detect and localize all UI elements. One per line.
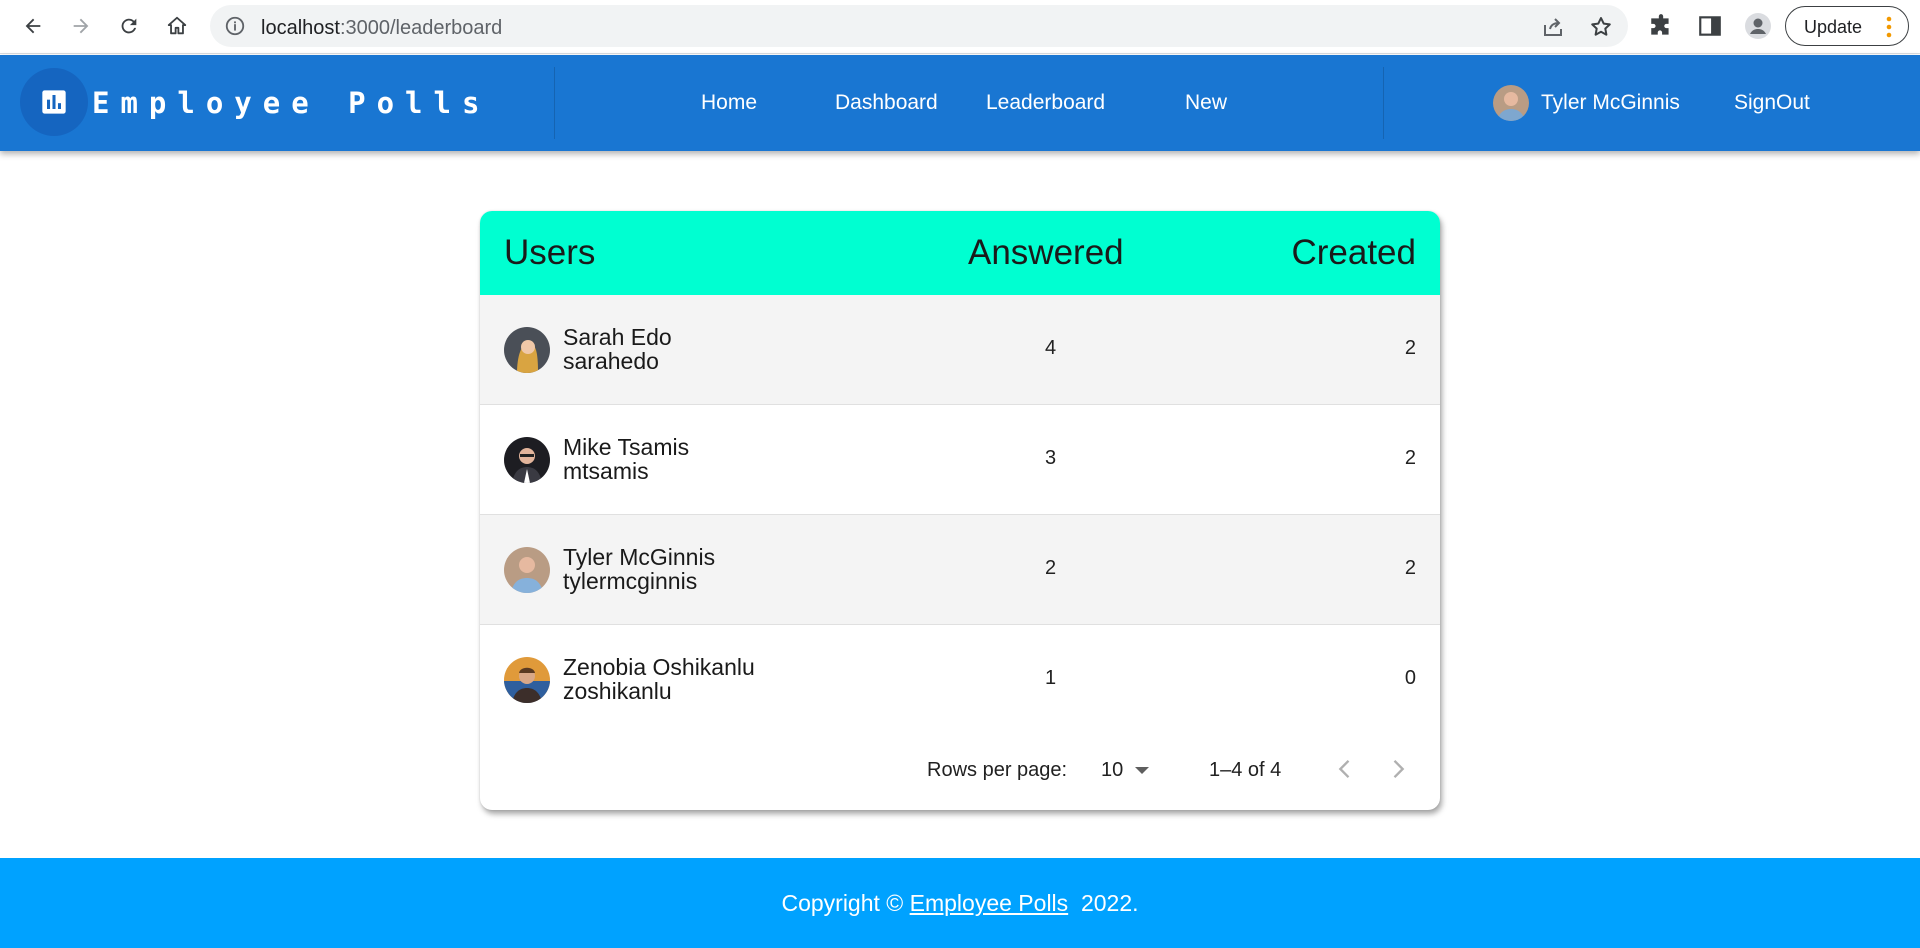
- divider: [1383, 67, 1384, 139]
- app-bar: Employee Polls Home Dashboard Leaderboar…: [0, 55, 1920, 151]
- rows-per-page-select[interactable]: 10: [1101, 759, 1123, 782]
- nav-new[interactable]: New: [1185, 91, 1227, 115]
- update-button[interactable]: Update: [1785, 6, 1909, 46]
- created-count: 2: [1404, 447, 1416, 469]
- user-id: sarahedo: [563, 348, 659, 374]
- nav-leaderboard[interactable]: Leaderboard: [986, 91, 1105, 115]
- nav-dashboard[interactable]: Dashboard: [835, 91, 938, 115]
- avatar: [504, 657, 550, 703]
- chevron-left-icon[interactable]: [1331, 755, 1359, 783]
- reload-icon: [121, 18, 137, 34]
- table-header: Users Answered Created: [480, 211, 1440, 295]
- created-count: 0: [1404, 667, 1416, 689]
- url-text: localhost:3000/leaderboard: [261, 17, 503, 39]
- extensions-icon[interactable]: [1648, 13, 1674, 39]
- brand-title[interactable]: Employee Polls: [92, 86, 490, 120]
- pagination-range: 1–4 of 4: [1209, 759, 1282, 781]
- user-id: mtsamis: [563, 458, 649, 484]
- column-header-answered[interactable]: Answered: [968, 233, 1124, 273]
- forward-button[interactable]: [64, 9, 98, 43]
- caret-down-icon[interactable]: [1135, 767, 1149, 774]
- table-row[interactable]: Zenobia Oshikanlu zoshikanlu 1 0: [480, 625, 1440, 735]
- arrow-right-icon: [73, 18, 89, 34]
- signout-link[interactable]: SignOut: [1734, 91, 1810, 115]
- footer-link[interactable]: Employee Polls: [910, 890, 1069, 916]
- menu-dots-icon[interactable]: [1886, 15, 1892, 39]
- user-name: Tyler McGinnis: [563, 544, 716, 570]
- nav-home[interactable]: Home: [701, 91, 757, 115]
- answered-count: 4: [1045, 337, 1057, 359]
- table-pagination: Rows per page: 10 1–4 of 4: [480, 731, 1440, 801]
- avatar[interactable]: [1493, 85, 1529, 121]
- chevron-right-icon[interactable]: [1384, 755, 1412, 783]
- created-count: 2: [1404, 557, 1416, 579]
- leaderboard-table: Users Answered Created Sarah Edo sarahed…: [480, 211, 1440, 810]
- table-row[interactable]: Sarah Edo sarahedo 4 2: [480, 295, 1440, 405]
- answered-count: 3: [1045, 447, 1057, 469]
- avatar: [504, 327, 550, 373]
- column-header-users[interactable]: Users: [504, 233, 595, 273]
- column-header-created[interactable]: Created: [1291, 233, 1416, 273]
- reload-button[interactable]: [112, 9, 146, 43]
- side-panel-icon[interactable]: [1697, 13, 1723, 39]
- browser-toolbar: localhost:3000/leaderboard Update: [0, 0, 1920, 54]
- user-avatar-icon: [1493, 85, 1529, 121]
- answered-count: 1: [1045, 667, 1057, 689]
- user-name: Mike Tsamis: [563, 434, 690, 460]
- home-icon: [167, 16, 187, 35]
- back-button[interactable]: [16, 9, 50, 43]
- arrow-left-icon: [25, 18, 41, 34]
- user-name: Sarah Edo: [563, 324, 672, 350]
- rows-per-page-label: Rows per page:: [927, 759, 1068, 781]
- footer: Copyright © Employee Polls 2022.: [0, 858, 1920, 948]
- copyright-text: Copyright © Employee Polls 2022.: [781, 890, 1139, 916]
- user-id: tylermcginnis: [563, 568, 698, 594]
- table-row[interactable]: Mike Tsamis mtsamis 3 2: [480, 405, 1440, 515]
- user-id: zoshikanlu: [563, 678, 672, 704]
- current-user-name[interactable]: Tyler McGinnis: [1541, 91, 1680, 115]
- avatar: [504, 437, 550, 483]
- address-bar[interactable]: localhost:3000/leaderboard: [210, 5, 1628, 47]
- info-icon[interactable]: [224, 15, 246, 37]
- answered-count: 2: [1045, 557, 1057, 579]
- logo-button[interactable]: [20, 68, 88, 136]
- created-count: 2: [1404, 337, 1416, 359]
- update-label: Update: [1804, 17, 1863, 37]
- home-button[interactable]: [160, 9, 194, 43]
- share-icon[interactable]: [1541, 15, 1565, 39]
- table-row[interactable]: Tyler McGinnis tylermcginnis 2 2: [480, 515, 1440, 625]
- user-name: Zenobia Oshikanlu: [563, 654, 755, 680]
- bookmark-star-icon[interactable]: [1589, 15, 1613, 39]
- poll-chart-icon: [42, 90, 66, 114]
- divider: [554, 67, 555, 139]
- avatar: [504, 547, 550, 593]
- profile-icon[interactable]: [1745, 13, 1771, 39]
